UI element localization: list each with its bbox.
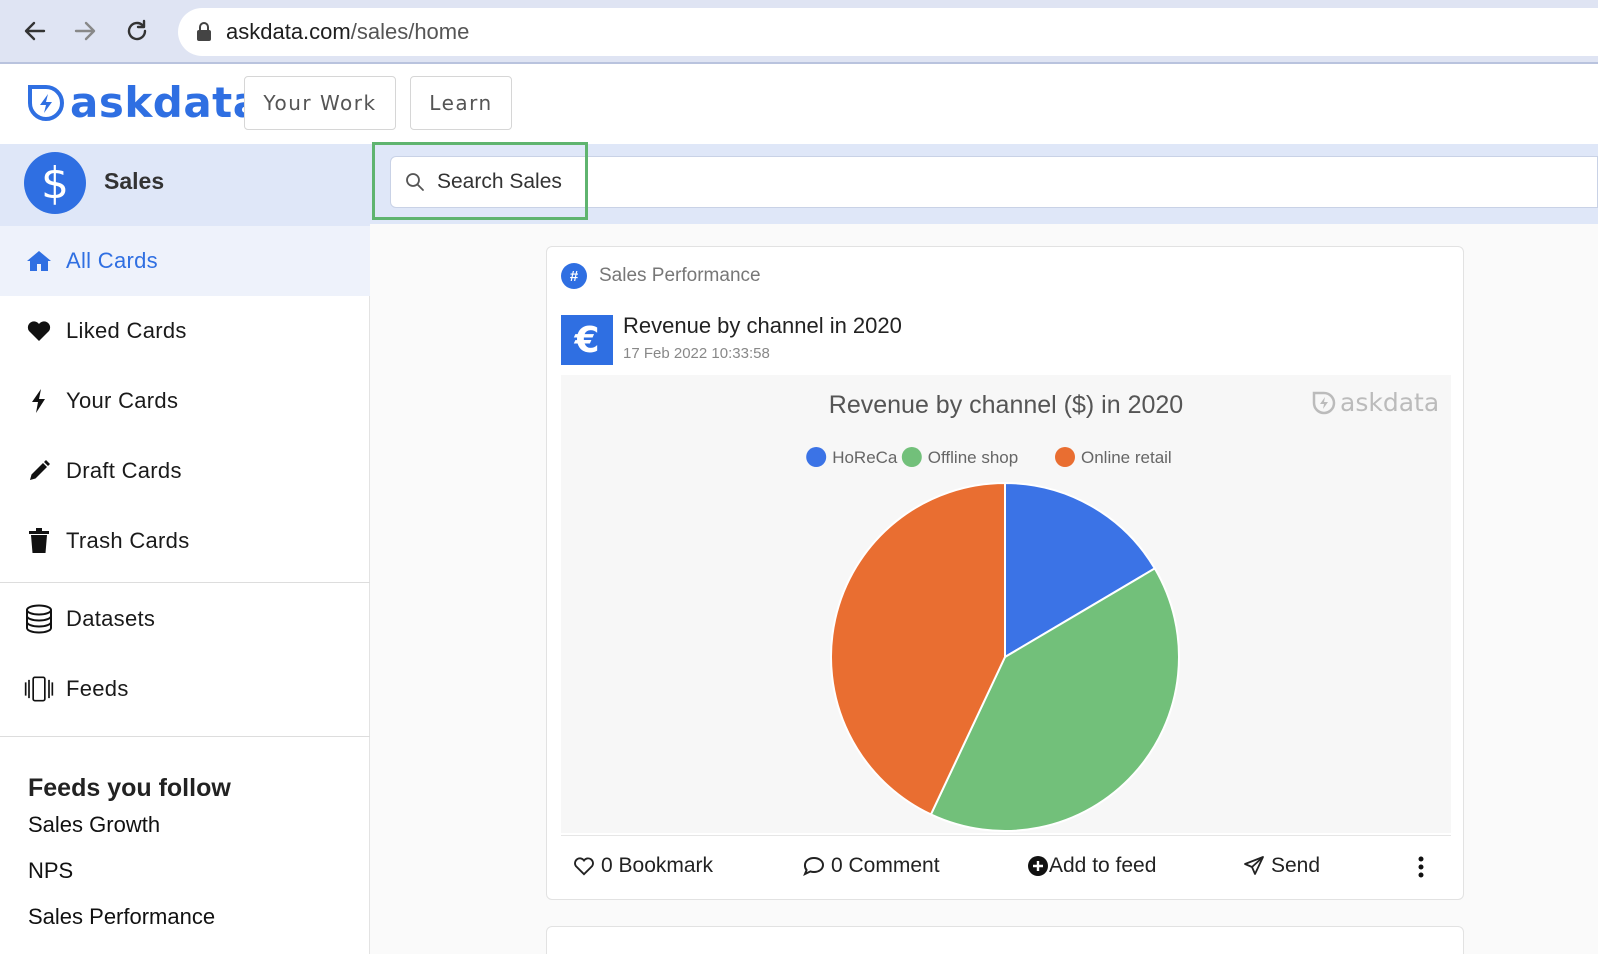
legend-item-offline-shop[interactable]: Offline shop [901,447,1018,467]
your-work-button[interactable]: Your Work [244,76,396,130]
chart-title: Revenue by channel ($) in 2020 [829,391,1183,419]
sidebar-item-label: All Cards [66,248,158,273]
dollar-icon: $ [24,152,86,214]
feed-card: # Sales Performance € Revenue by channel… [546,246,1464,900]
send-icon [1243,855,1265,877]
hashtag-icon: # [561,263,587,289]
comment-label: 0 Comment [831,854,940,877]
card-timestamp: 17 Feb 2022 10:33:58 [623,345,770,362]
home-icon [24,246,54,276]
add-to-feed-button[interactable]: Add to feed [1027,854,1156,878]
bookmark-label: 0 Bookmark [601,854,714,877]
sidebar-divider [0,736,370,737]
feeds-you-follow-heading: Feeds you follow [28,774,231,802]
comment-icon [803,856,825,876]
sidebar: $ Sales All Cards Liked Cards Your Cards… [0,144,370,954]
legend-marker [901,447,922,467]
bolt-icon [24,386,54,416]
search-bar-area [370,142,1598,224]
sidebar-item-label: Your Cards [66,388,179,413]
sidebar-item-feeds[interactable]: Feeds [0,654,370,724]
legend-marker [806,447,827,467]
sidebar-divider [0,582,370,583]
sidebar-title: Sales [104,168,165,194]
app-header: askdata Your Work Learn [0,64,1598,144]
chart-area: Revenue by channel ($) in 2020 askdata H… [561,375,1451,833]
feed-link-sales-performance[interactable]: Sales Performance [28,904,215,930]
sidebar-item-label: Draft Cards [66,458,182,483]
card-actions: 0 Bookmark 0 Comment Add to feed Send [561,835,1451,899]
legend-label: Online retail [1081,448,1172,467]
sidebar-item-trash-cards[interactable]: Trash Cards [0,506,370,576]
legend-item-horeca[interactable]: HoReCa [806,447,898,467]
sidebar-item-draft-cards[interactable]: Draft Cards [0,436,370,506]
send-label: Send [1271,854,1321,877]
legend-item-online-retail[interactable]: Online retail [1055,447,1172,467]
plus-circle-icon [1027,855,1049,877]
reload-button[interactable] [120,14,154,48]
reload-icon [127,19,147,41]
sidebar-item-label: Liked Cards [66,318,187,343]
browser-toolbar: askdata.com/sales/home [0,0,1598,64]
heart-outline-icon [573,856,595,876]
search-highlight-box [372,142,588,220]
forward-arrow-icon [74,21,96,41]
sidebar-item-your-cards[interactable]: Your Cards [0,366,370,436]
pencil-icon [24,456,54,486]
more-options-button[interactable] [1417,856,1425,878]
back-arrow-icon [24,21,46,41]
address-bar[interactable]: askdata.com/sales/home [178,8,1598,56]
forward-button[interactable] [68,14,102,48]
askdata-watermark-icon [1312,391,1336,415]
legend-marker [1055,447,1075,467]
main-content: # Sales Performance € Revenue by channel… [370,224,1598,954]
lock-icon [197,22,211,41]
heart-icon [24,316,54,346]
card-title[interactable]: Revenue by channel in 2020 [623,313,902,339]
back-button[interactable] [18,14,52,48]
url-text: askdata.com/sales/home [226,19,470,44]
sidebar-item-all-cards[interactable]: All Cards [0,226,370,296]
bookmark-button[interactable]: 0 Bookmark [573,854,713,878]
chart-legend: HoReCa Offline shop Online retail [806,447,1172,467]
next-feed-card [546,926,1464,954]
more-vertical-icon [1418,856,1424,878]
sidebar-header: $ Sales [0,144,370,226]
card-tag-label: Sales Performance [599,265,761,286]
sidebar-item-label: Trash Cards [66,528,190,553]
add-to-feed-label: Add to feed [1049,854,1157,877]
sidebar-item-liked-cards[interactable]: Liked Cards [0,296,370,366]
askdata-logo[interactable]: askdata [26,78,262,127]
card-tag[interactable]: # Sales Performance [561,263,761,289]
feed-link-nps[interactable]: NPS [28,858,73,884]
send-button[interactable]: Send [1243,854,1320,878]
sidebar-item-datasets[interactable]: Datasets [0,584,370,654]
feed-link-sales-growth[interactable]: Sales Growth [28,812,160,838]
trash-icon [24,526,54,556]
database-icon [24,604,54,634]
euro-icon: € [561,315,613,365]
sidebar-item-label: Feeds [66,676,129,701]
legend-label: Offline shop [928,448,1018,467]
logo-text: askdata [70,78,262,127]
feeds-icon [24,674,54,704]
chart-watermark: askdata [1312,388,1439,417]
sidebar-item-label: Datasets [66,606,156,631]
pie-slices [829,481,1180,832]
askdata-logo-icon [28,84,64,121]
learn-button[interactable]: Learn [410,76,512,130]
pie-chart: Revenue by channel ($) in 2020 askdata H… [806,388,1439,832]
legend-label: HoReCa [832,448,898,467]
watermark-text: askdata [1340,388,1439,417]
comment-button[interactable]: 0 Comment [803,854,940,878]
